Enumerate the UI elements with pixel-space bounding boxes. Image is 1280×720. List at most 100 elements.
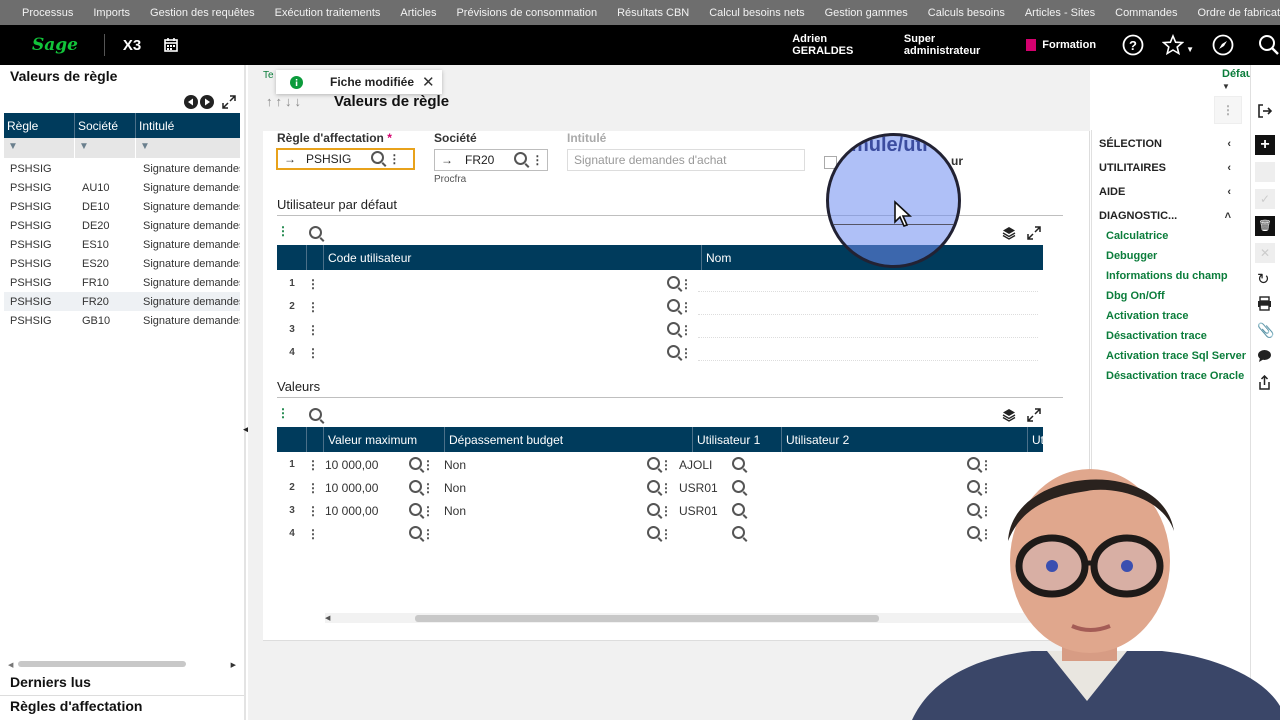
diagnostic-link[interactable]: Informations du champ [1106,270,1228,282]
comment-icon[interactable] [1257,349,1272,363]
list-item[interactable]: PSHSIG Signature demandes [4,159,240,178]
section-help[interactable]: AIDE ‹ [1099,186,1239,198]
breadcrumb[interactable]: Te [263,70,274,81]
diagnostic-link[interactable]: Calculatrice [1106,230,1168,242]
attachment-icon[interactable]: 📎 [1257,322,1274,339]
search-icon[interactable] [667,321,680,338]
kebab-menu-icon[interactable]: ⋮ [307,527,319,541]
previous-icon[interactable] [184,95,198,109]
list-item[interactable]: PSHSIG DE20 Signature demandes [4,216,240,235]
col-header-max-value[interactable]: Valeur maximum [324,427,445,452]
expand-icon[interactable] [222,95,236,109]
top-menu-item[interactable]: Exécution traitements [275,7,381,19]
kebab-menu-icon[interactable]: ⋮ [680,346,692,360]
filter-icon[interactable]: ▼ [136,138,240,158]
col-header-user-1[interactable]: Utilisateur 1 [693,427,782,452]
budget-overrun-cell[interactable]: Non [434,458,647,472]
list-item[interactable]: PSHSIG ES20 Signature demandes [4,254,240,273]
kebab-menu-icon[interactable]: ⋮ [660,458,672,472]
search-icon[interactable] [409,525,422,542]
share-icon[interactable] [1257,375,1272,390]
layers-icon[interactable] [1002,226,1016,240]
kebab-menu-icon[interactable]: ⋮ [660,481,672,495]
search-icon[interactable] [409,479,422,496]
kebab-menu-icon[interactable]: ⋮ [660,504,672,518]
search-icon[interactable] [667,275,680,292]
max-value-cell[interactable]: 10 000,00 [319,458,409,472]
kebab-menu-icon[interactable]: ⋮ [277,224,289,238]
expand-icon[interactable] [1027,226,1041,240]
max-value-cell[interactable]: 10 000,00 [319,481,409,495]
table-row[interactable]: 3 ⋮ ⋮ [277,318,1043,341]
search-icon[interactable] [647,525,660,542]
search-icon[interactable] [309,408,322,424]
user-1-cell[interactable]: USR01 [672,504,732,518]
list-item[interactable]: PSHSIG DE10 Signature demandes [4,197,240,216]
kebab-menu-icon[interactable]: ⋮ [307,458,319,472]
search-icon[interactable] [732,479,745,496]
kebab-menu-icon[interactable]: ⋮ [307,504,319,518]
kebab-menu-icon[interactable]: ⋮ [277,406,289,420]
kebab-menu-icon[interactable]: ⋮ [680,300,692,314]
top-menu-item[interactable]: Commandes [1115,7,1177,19]
calendar-icon[interactable] [163,37,179,53]
search-icon[interactable] [409,502,422,519]
record-nav-arrows[interactable]: ↑↑↓↓ [266,94,304,109]
search-icon[interactable] [732,456,745,473]
kebab-menu-icon[interactable]: ⋮ [531,153,543,167]
search-icon[interactable] [409,456,422,473]
list-item[interactable]: PSHSIG GB10 Signature demandes [4,311,240,330]
col-header-user-code[interactable]: Code utilisateur [324,245,702,270]
section-utilities[interactable]: UTILITAIRES ‹ [1099,162,1239,174]
col-header-title[interactable]: Intitulé [136,113,240,138]
search-icon[interactable] [732,502,745,519]
favorites-star-icon[interactable] [1162,34,1185,56]
diagnostic-link[interactable]: Activation trace Sql Server [1106,350,1246,362]
user-name[interactable]: Adrien GERALDES [792,33,879,57]
kebab-menu-icon[interactable]: ⋮ [422,527,434,541]
user-1-cell[interactable]: AJOLI [672,458,732,472]
list-item[interactable]: PSHSIG FR20 Signature demandes [4,292,240,311]
horizontal-scrollbar[interactable]: ◀ ▶ [8,659,236,669]
search-icon[interactable] [309,226,322,242]
kebab-menu-icon[interactable]: ⋮ [307,481,319,495]
kebab-menu-icon[interactable]: ⋮ [422,504,434,518]
top-menu-item[interactable]: Ordre de fabrication [1197,7,1280,19]
top-menu-item[interactable]: Articles [400,7,436,19]
top-menu-item[interactable]: Articles - Sites [1025,7,1095,19]
max-value-cell[interactable]: 10 000,00 [319,504,409,518]
diagnostic-link[interactable]: Activation trace [1106,310,1189,322]
top-menu-item[interactable]: Résultats CBN [617,7,689,19]
top-menu-item[interactable]: Imports [93,7,130,19]
search-icon[interactable] [647,502,660,519]
product-name[interactable]: X3 [123,37,141,54]
chevron-down-icon[interactable]: ▼ [1186,45,1194,54]
kebab-menu-icon[interactable]: ⋮ [307,323,319,337]
top-menu-item[interactable]: Gestion gammes [825,7,908,19]
section-diagnostic[interactable]: DIAGNOSTIC... ˄ [1099,210,1239,222]
sage-logo[interactable]: Sage [32,35,78,55]
budget-overrun-cell[interactable]: Non [434,504,647,518]
search-icon[interactable] [647,479,660,496]
search-icon[interactable] [1258,34,1280,56]
kebab-menu-icon[interactable]: ⋮ [660,527,672,541]
kebab-menu-icon[interactable]: ⋮ [680,277,692,291]
delete-icon[interactable]: 🗑 [1255,216,1275,236]
kebab-menu-icon[interactable]: ⋮ [422,481,434,495]
col-header-rule[interactable]: Règle [4,113,75,138]
help-icon[interactable]: ? [1122,34,1144,56]
search-icon[interactable] [647,456,660,473]
layers-icon[interactable] [1002,408,1016,422]
kebab-menu-icon[interactable]: ⋮ [307,346,319,360]
folder-name[interactable]: Formation [1042,39,1096,51]
list-item[interactable]: PSHSIG AU10 Signature demandes [4,178,240,197]
next-icon[interactable] [200,95,214,109]
section-selection[interactable]: SÉLECTION ‹ [1099,138,1239,150]
table-row[interactable]: 4 ⋮ ⋮ [277,341,1043,364]
search-icon[interactable] [514,152,528,168]
kebab-menu-icon[interactable]: ⋮ [422,458,434,472]
top-menu-item[interactable]: Calcul besoins nets [709,7,804,19]
expand-icon[interactable] [1027,408,1041,422]
table-row[interactable]: 2 ⋮ ⋮ [277,295,1043,318]
exit-icon[interactable] [1257,103,1273,119]
